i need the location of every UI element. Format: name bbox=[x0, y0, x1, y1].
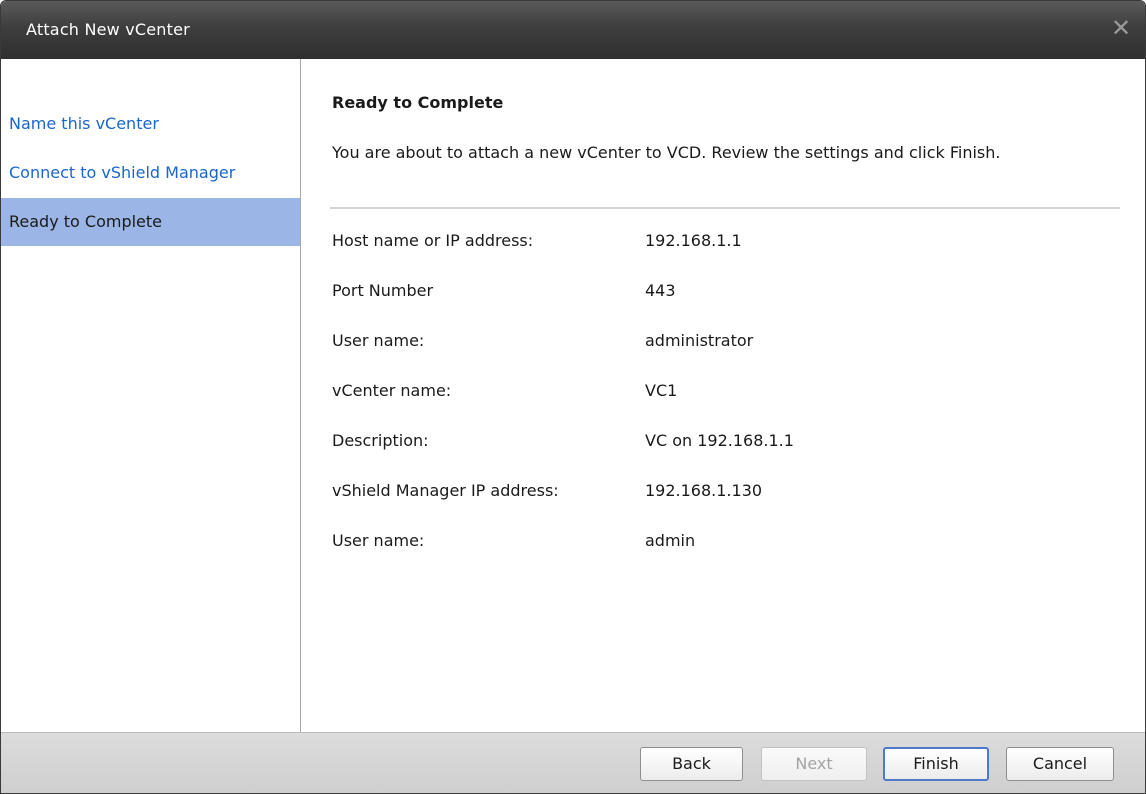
setting-row: Description: VC on 192.168.1.1 bbox=[332, 431, 1112, 455]
dialog-title: Attach New vCenter bbox=[26, 20, 190, 39]
step-name-this-vcenter[interactable]: Name this vCenter bbox=[1, 100, 300, 148]
finish-button[interactable]: Finish bbox=[883, 747, 989, 781]
setting-row: User name: administrator bbox=[332, 331, 1112, 355]
wizard-footer: Back Next Finish Cancel bbox=[1, 732, 1145, 793]
dialog-titlebar[interactable]: Attach New vCenter ✕ bbox=[1, 1, 1145, 60]
setting-value: administrator bbox=[645, 331, 754, 350]
next-button[interactable]: Next bbox=[761, 747, 867, 781]
page-title: Ready to Complete bbox=[332, 93, 504, 112]
setting-value: VC on 192.168.1.1 bbox=[645, 431, 794, 450]
setting-row: User name: admin bbox=[332, 531, 1112, 555]
setting-label: Description: bbox=[332, 431, 429, 450]
setting-label: vCenter name: bbox=[332, 381, 452, 400]
close-icon[interactable]: ✕ bbox=[1107, 14, 1135, 42]
setting-value: 192.168.1.1 bbox=[645, 231, 742, 250]
section-divider bbox=[330, 207, 1120, 209]
setting-value: admin bbox=[645, 531, 696, 550]
wizard-content: Ready to Complete You are about to attac… bbox=[301, 59, 1145, 733]
step-connect-vshield-manager[interactable]: Connect to vShield Manager bbox=[1, 149, 300, 197]
setting-label: User name: bbox=[332, 331, 425, 350]
intro-text: You are about to attach a new vCenter to… bbox=[332, 143, 1001, 162]
cancel-button[interactable]: Cancel bbox=[1006, 747, 1114, 781]
wizard-steps-sidebar: Name this vCenter Connect to vShield Man… bbox=[1, 59, 301, 733]
setting-row: Host name or IP address: 192.168.1.1 bbox=[332, 231, 1112, 255]
setting-label: User name: bbox=[332, 531, 425, 550]
setting-label: vShield Manager IP address: bbox=[332, 481, 559, 500]
setting-label: Host name or IP address: bbox=[332, 231, 534, 250]
setting-label: Port Number bbox=[332, 281, 434, 300]
back-button[interactable]: Back bbox=[640, 747, 743, 781]
setting-row: vCenter name: VC1 bbox=[332, 381, 1112, 405]
setting-value: 443 bbox=[645, 281, 676, 300]
setting-row: Port Number 443 bbox=[332, 281, 1112, 305]
step-ready-to-complete[interactable]: Ready to Complete bbox=[1, 198, 300, 246]
setting-value: 192.168.1.130 bbox=[645, 481, 763, 500]
setting-value: VC1 bbox=[645, 381, 678, 400]
setting-row: vShield Manager IP address: 192.168.1.13… bbox=[332, 481, 1112, 505]
attach-vcenter-dialog: Attach New vCenter ✕ Name this vCenter C… bbox=[0, 0, 1146, 794]
